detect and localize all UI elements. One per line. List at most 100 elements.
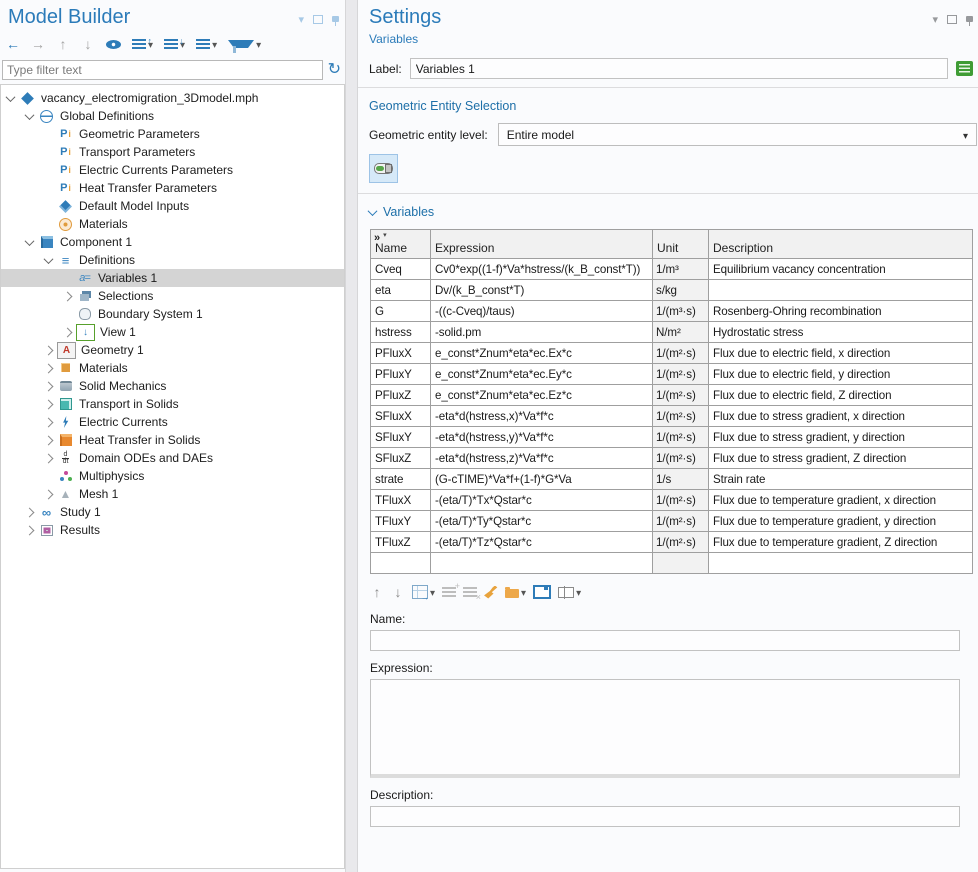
refresh-icon[interactable]: ↻ [328,62,341,78]
delete-row-button[interactable] [463,587,477,597]
tree-item[interactable]: Definitions [1,251,344,269]
cell-name[interactable]: hstress [371,322,431,343]
cell-expression[interactable]: -(eta/T)*Tz*Qstar*c [431,532,653,553]
float-panel-icon[interactable] [947,15,957,24]
cell-name[interactable]: PFluxY [371,364,431,385]
row-down-button[interactable] [391,584,405,600]
node-text-button[interactable] [196,37,217,51]
cell-unit[interactable]: 1/(m²·s) [653,490,709,511]
row-up-button[interactable] [370,584,384,600]
variable-row[interactable]: SFluxX-eta*d(hstress,x)*Va*f*c1/(m²·s)Fl… [371,406,973,427]
cell-unit[interactable]: s/kg [653,280,709,301]
active-selection-toggle-button[interactable] [369,154,398,183]
move-down-button[interactable] [81,36,95,52]
panel-splitter[interactable] [345,0,358,872]
column-header-unit[interactable]: Unit [653,230,709,259]
cell-expression[interactable]: -(eta/T)*Ty*Qstar*c [431,511,653,532]
pin-icon[interactable] [332,16,339,22]
tree-item[interactable]: Multiphysics [1,467,344,485]
tree-expander-icon[interactable] [44,453,54,463]
tree-expander-icon[interactable] [25,110,35,120]
panel-menu-icon[interactable] [298,12,304,26]
column-header-name[interactable]: Name [371,230,431,259]
add-row-button[interactable] [442,587,456,597]
cell-name[interactable]: SFluxX [371,406,431,427]
tree-item[interactable]: Heat Transfer in Solids [1,431,344,449]
cell-expression[interactable]: Dv/(k_B_const*T) [431,280,653,301]
variable-row[interactable]: PFluxXe_const*Znum*eta*ec.Ex*c1/(m²·s)Fl… [371,343,973,364]
tree-expander-icon[interactable] [25,525,35,535]
tree-item[interactable]: Materials [1,215,344,233]
cell-description[interactable]: Strain rate [709,469,973,490]
cell-name[interactable]: PFluxZ [371,385,431,406]
variable-row[interactable]: hstress-solid.pmN/m²Hydrostatic stress [371,322,973,343]
cell-description[interactable]: Flux due to electric field, Z direction [709,385,973,406]
cell-name[interactable]: SFluxZ [371,448,431,469]
cell-unit[interactable]: 1/(m²·s) [653,406,709,427]
tree-item[interactable]: Heat Transfer Parameters [1,179,344,197]
tree-expander-icon[interactable] [44,489,54,499]
create-form-button[interactable] [956,61,973,76]
cell-expression[interactable]: -eta*d(hstress,y)*Va*f*c [431,427,653,448]
float-panel-icon[interactable] [313,15,323,24]
cell-expression[interactable] [431,553,653,574]
tree-item[interactable]: Study 1 [1,503,344,521]
move-up-button[interactable] [56,36,70,52]
cell-expression[interactable]: (G-cTIME)*Va*f+(1-f)*G*Va [431,469,653,490]
cell-name[interactable]: G [371,301,431,322]
description-input[interactable] [370,806,960,827]
tree-expander-icon[interactable] [44,345,54,355]
tree-item[interactable]: vacancy_electromigration_3Dmodel.mph [1,89,344,107]
save-button[interactable] [533,585,551,599]
cell-description[interactable]: Equilibrium vacancy concentration [709,259,973,280]
cell-expression[interactable]: -((c-Cveq)/taus) [431,301,653,322]
cell-name[interactable]: TFluxX [371,490,431,511]
tree-expander-icon[interactable] [44,381,54,391]
dropdown-caret-icon[interactable] [430,585,435,599]
cell-unit[interactable]: 1/(m²·s) [653,532,709,553]
dropdown-caret-icon[interactable] [212,37,217,51]
dropdown-caret-icon[interactable] [256,37,261,51]
tree-item[interactable]: Electric Currents Parameters [1,161,344,179]
cell-unit[interactable]: 1/(m²·s) [653,385,709,406]
tree-item[interactable]: Default Model Inputs [1,197,344,215]
tree-expander-icon[interactable] [44,399,54,409]
cell-description[interactable]: Flux due to stress gradient, y direction [709,427,973,448]
dropdown-caret-icon[interactable] [521,585,526,599]
tree-expander-icon[interactable] [6,92,16,102]
cell-name[interactable]: eta [371,280,431,301]
cell-expression[interactable]: -solid.pm [431,322,653,343]
label-input[interactable] [410,58,948,79]
cell-expression[interactable]: -eta*d(hstress,z)*Va*f*c [431,448,653,469]
tree-item[interactable]: Geometric Parameters [1,125,344,143]
variable-row[interactable] [371,553,973,574]
variables-section-header[interactable]: Variables [369,205,973,219]
tree-expander-icon[interactable] [44,254,54,264]
column-header-description[interactable]: Description [709,230,973,259]
cell-unit[interactable]: 1/(m²·s) [653,343,709,364]
tree-item[interactable]: Domain ODEs and DAEs [1,449,344,467]
tree-item[interactable]: Global Definitions [1,107,344,125]
cell-unit[interactable]: 1/(m²·s) [653,511,709,532]
cell-expression[interactable]: -eta*d(hstress,x)*Va*f*c [431,406,653,427]
panel-menu-icon[interactable] [932,12,938,26]
cell-description[interactable]: Flux due to electric field, x direction [709,343,973,364]
cell-name[interactable]: TFluxZ [371,532,431,553]
variable-row[interactable]: CveqCv0*exp((1-f)*Va*hstress/(k_B_const*… [371,259,973,280]
tree-expander-icon[interactable] [44,417,54,427]
cell-name[interactable]: Cveq [371,259,431,280]
cell-description[interactable]: Flux due to electric field, y direction [709,364,973,385]
variable-row[interactable]: SFluxY-eta*d(hstress,y)*Va*f*c1/(m²·s)Fl… [371,427,973,448]
tree-item[interactable]: Variables 1 [1,269,344,287]
tree-expander-icon[interactable] [25,507,35,517]
cell-description[interactable]: Flux due to temperature gradient, Z dire… [709,532,973,553]
tree-item[interactable]: Transport Parameters [1,143,344,161]
cell-description[interactable]: Flux due to stress gradient, Z direction [709,448,973,469]
cell-description[interactable]: Flux due to temperature gradient, y dire… [709,511,973,532]
cell-description[interactable] [709,553,973,574]
variable-row[interactable]: SFluxZ-eta*d(hstress,z)*Va*f*c1/(m²·s)Fl… [371,448,973,469]
cell-description[interactable]: Rosenberg-Ohring recombination [709,301,973,322]
tree-item[interactable]: View 1 [1,323,344,341]
tree-item[interactable]: Results [1,521,344,539]
filter-input[interactable] [2,60,323,80]
